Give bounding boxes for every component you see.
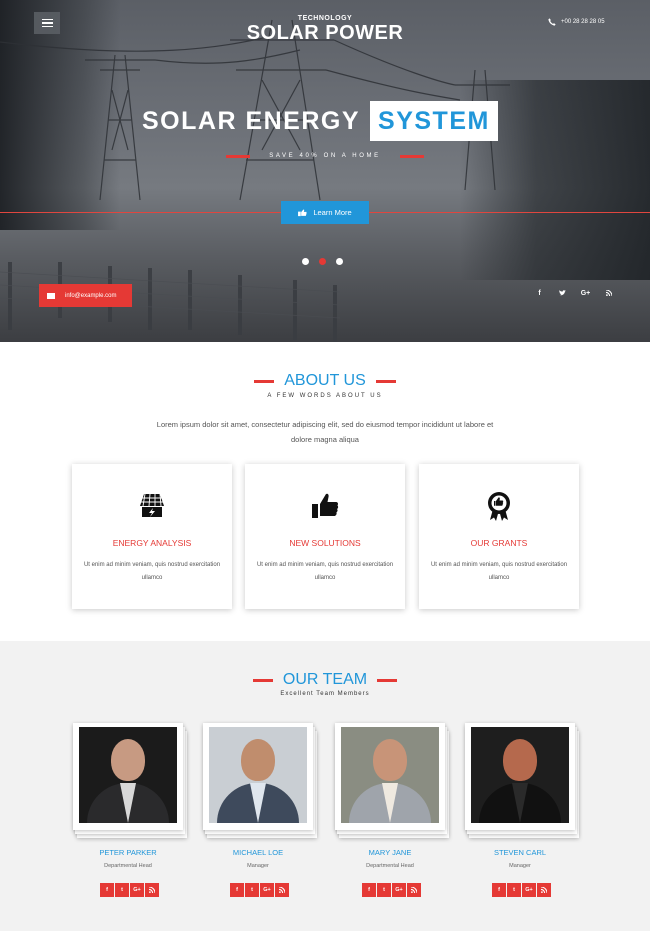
twitter-icon[interactable]: t xyxy=(377,883,391,897)
service-card-new-solutions[interactable]: NEW SOLUTIONS Ut enim ad minim veniam, q… xyxy=(245,464,405,609)
about-description: Lorem ipsum dolor sit amet, consectetur … xyxy=(156,420,494,444)
slider-dots xyxy=(302,258,343,265)
photo-frame xyxy=(465,723,575,830)
phone-icon xyxy=(548,18,556,26)
google-plus-icon[interactable]: G+ xyxy=(260,883,274,897)
card-title: ENERGY ANALYSIS xyxy=(112,538,192,548)
award-badge-icon xyxy=(488,492,510,521)
learn-more-button[interactable]: Learn More xyxy=(281,201,369,224)
photo-frame xyxy=(203,723,313,830)
team-heading: OUR TEAM xyxy=(282,671,368,688)
hand-point-icon xyxy=(298,208,307,216)
photo-head xyxy=(241,739,275,781)
photo-head xyxy=(111,739,145,781)
team-subtitle: Excellent Team Members xyxy=(280,691,370,697)
phone-number: +00 28 28 28 05 xyxy=(561,19,605,25)
service-card-our-grants[interactable]: OUR GRANTS Ut enim ad minim veniam, quis… xyxy=(419,464,579,609)
member-photo xyxy=(341,727,439,823)
tagline-bar-right xyxy=(399,154,424,158)
team-title: OUR TEAM xyxy=(0,671,650,689)
photo-frame xyxy=(335,723,445,830)
about-title: ABOUT US xyxy=(0,372,650,390)
rss-icon[interactable] xyxy=(537,883,551,897)
slider-dot-2-active[interactable] xyxy=(319,258,326,265)
facebook-icon[interactable]: f xyxy=(100,883,114,897)
learn-more-label: Learn More xyxy=(313,208,352,217)
card-text: Ut enim ad minim veniam, quis nostrud ex… xyxy=(256,562,394,581)
twitter-icon[interactable]: t xyxy=(245,883,259,897)
photo-head xyxy=(503,739,537,781)
envelope-icon xyxy=(47,292,55,299)
team-title-bar-left xyxy=(252,678,273,682)
rss-icon[interactable] xyxy=(275,883,289,897)
hero-headline-white: SOLAR ENERGY xyxy=(142,106,361,135)
member-name: STEVEN CARL xyxy=(493,848,547,857)
member-social-links: f t G+ xyxy=(230,883,289,897)
facebook-icon[interactable]: f xyxy=(230,883,244,897)
solar-panel-icon xyxy=(140,493,164,517)
phone-contact[interactable]: +00 28 28 28 05 xyxy=(548,18,605,26)
slider-dot-1[interactable] xyxy=(302,258,309,265)
email-address: info@example.com xyxy=(65,292,117,299)
thumbs-up-icon xyxy=(312,493,339,518)
member-photo xyxy=(79,727,177,823)
twitter-icon[interactable] xyxy=(551,290,574,298)
card-title: NEW SOLUTIONS xyxy=(289,538,361,548)
member-role: Departmental Head xyxy=(104,863,152,869)
card-text: Ut enim ad minim veniam, quis nostrud ex… xyxy=(83,562,221,581)
hero-headline: SOLAR ENERGY SYSTEM xyxy=(142,101,498,141)
rss-icon[interactable] xyxy=(597,289,620,298)
member-role: Departmental Head xyxy=(366,863,414,869)
google-plus-icon[interactable]: G+ xyxy=(574,290,597,298)
member-role: Manager xyxy=(509,863,531,869)
facebook-icon[interactable]: f xyxy=(362,883,376,897)
member-photo xyxy=(209,727,307,823)
member-social-links: f t G+ xyxy=(362,883,421,897)
email-contact-button[interactable]: info@example.com xyxy=(39,284,132,307)
member-photo xyxy=(471,727,569,823)
service-card-energy-analysis[interactable]: ENERGY ANALYSIS Ut enim ad minim veniam,… xyxy=(72,464,232,609)
twitter-icon[interactable]: t xyxy=(115,883,129,897)
hero-section: TECHNOLOGY SOLAR POWER +00 28 28 28 05 S… xyxy=(0,0,650,342)
google-plus-icon[interactable]: G+ xyxy=(522,883,536,897)
team-title-bar-right xyxy=(377,678,398,682)
member-social-links: f t G+ xyxy=(100,883,159,897)
twitter-icon[interactable]: t xyxy=(507,883,521,897)
hero-social-links: f G+ xyxy=(528,289,620,298)
google-plus-icon[interactable]: G+ xyxy=(130,883,144,897)
member-name: MARY JANE xyxy=(368,848,412,857)
hero-tagline: SAVE 40% ON A HOME xyxy=(226,150,424,162)
member-name: PETER PARKER xyxy=(99,848,157,857)
about-title-bar-right xyxy=(375,379,396,383)
facebook-icon[interactable]: f xyxy=(528,290,551,298)
about-heading: ABOUT US xyxy=(284,372,366,389)
tagline-bar-left xyxy=(226,154,250,158)
about-subtitle: A FEW WORDS ABOUT US xyxy=(267,393,383,399)
rss-icon[interactable] xyxy=(145,883,159,897)
google-plus-icon[interactable]: G+ xyxy=(392,883,406,897)
hero-headline-highlight: SYSTEM xyxy=(370,101,498,141)
member-social-links: f t G+ xyxy=(492,883,551,897)
photo-head xyxy=(373,739,407,781)
card-title: OUR GRANTS xyxy=(470,538,528,548)
facebook-icon[interactable]: f xyxy=(492,883,506,897)
photo-frame xyxy=(73,723,183,830)
rss-icon[interactable] xyxy=(407,883,421,897)
slider-dot-3[interactable] xyxy=(336,258,343,265)
member-name: MICHAEL LOE xyxy=(232,848,284,857)
member-role: Manager xyxy=(247,863,269,869)
tagline-text: SAVE 40% ON A HOME xyxy=(269,153,381,159)
card-text: Ut enim ad minim veniam, quis nostrud ex… xyxy=(430,562,568,581)
about-title-bar-left xyxy=(254,379,275,383)
